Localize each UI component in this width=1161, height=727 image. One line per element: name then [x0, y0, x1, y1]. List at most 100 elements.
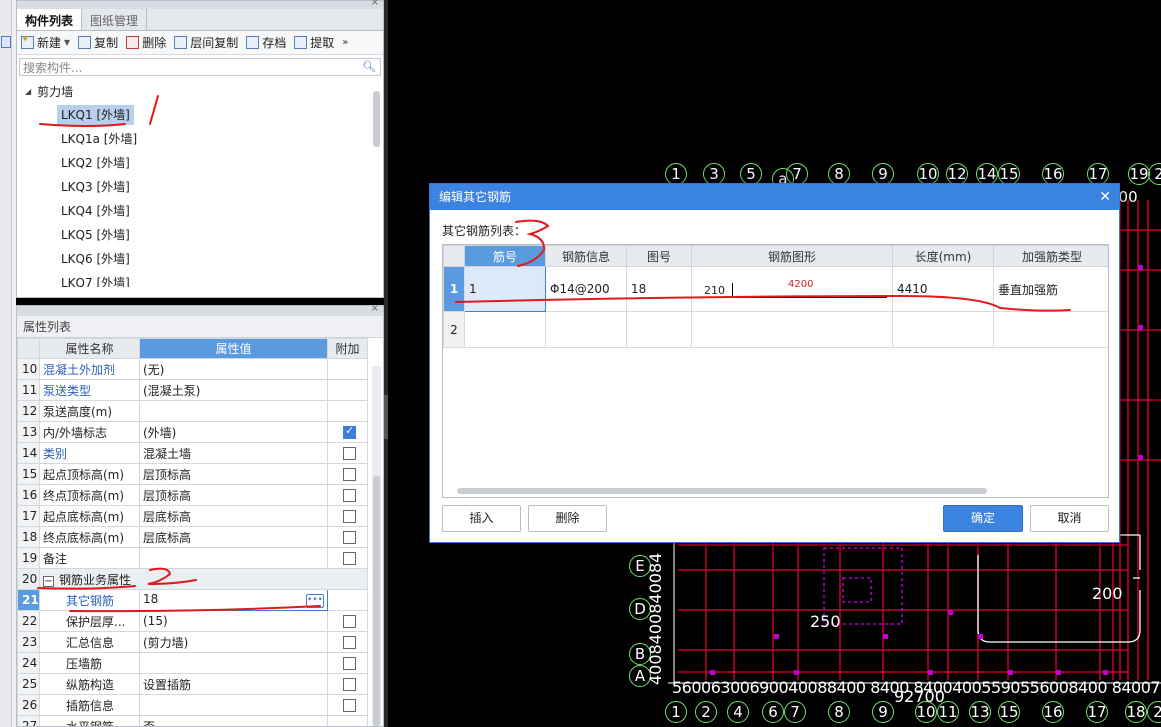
property-row: 17 起点底标高(m) 层底标高: [17, 505, 368, 527]
column-header: 属性名称: [39, 338, 140, 359]
tree-item[interactable]: LKQ3 [外墙]: [57, 177, 134, 197]
column-header: 附加: [327, 338, 368, 359]
length-cell[interactable]: [892, 311, 994, 348]
row-number-header: [443, 245, 465, 267]
cancel-button[interactable]: 取消: [1030, 505, 1109, 532]
tree-item[interactable]: LKQ1 [外墙]: [57, 105, 134, 125]
checkbox[interactable]: [343, 657, 356, 670]
tab-drawing-management[interactable]: 图纸管理: [82, 9, 148, 30]
rebar-info-cell[interactable]: [545, 311, 627, 348]
column-header: 筋号: [464, 245, 546, 267]
tab-component-list[interactable]: 构件列表: [17, 9, 83, 30]
insert-button[interactable]: 插入: [442, 505, 521, 532]
checkbox-checked[interactable]: [343, 424, 356, 439]
dialog-titlebar: 编辑其它钢筋 ✕: [430, 184, 1119, 210]
rebar-shape-cell[interactable]: [691, 311, 893, 348]
rebar-shape-cell[interactable]: 210 4200: [691, 266, 893, 312]
tree-item[interactable]: LKQ7 [外墙]: [57, 273, 134, 287]
axis-bubble: 18: [1125, 701, 1147, 723]
column-header: 钢筋图形: [691, 245, 893, 267]
figure-number-cell[interactable]: [626, 311, 692, 348]
search-icon[interactable]: 🔍︎: [362, 60, 376, 73]
rebar-info-cell[interactable]: Φ14@200: [545, 266, 627, 312]
axis-bubble: 16: [1042, 163, 1064, 185]
left-dim-text: 4008400840084: [646, 552, 665, 685]
left-toolbar-strip: [0, 0, 12, 727]
ok-button[interactable]: 确定: [943, 505, 1023, 532]
tree-item[interactable]: LKQ5 [外墙]: [57, 225, 134, 245]
tree-item[interactable]: LKQ6 [外墙]: [57, 249, 134, 269]
extract-icon: [294, 36, 308, 49]
extract-button[interactable]: 提取: [294, 34, 334, 51]
tree-item[interactable]: LKQ2 [外墙]: [57, 153, 134, 173]
copy-button[interactable]: 复制: [78, 34, 118, 51]
axis-bubble: 8: [828, 701, 850, 723]
property-panel-title: 属性列表: [17, 316, 383, 338]
collapse-triangle-icon[interactable]: ◢: [25, 87, 31, 96]
checkbox[interactable]: [343, 489, 356, 502]
column-header: 钢筋信息: [545, 245, 627, 267]
horizontal-scrollbar[interactable]: [457, 488, 987, 494]
bar-number-cell[interactable]: [464, 311, 546, 348]
checkbox[interactable]: [343, 636, 356, 649]
figure-number-cell[interactable]: 18: [626, 266, 692, 312]
checkbox[interactable]: [343, 699, 356, 712]
dim-label-200: 200: [1092, 584, 1123, 603]
property-row: 19 备注: [17, 547, 368, 569]
axis-bubble: 7: [786, 163, 808, 185]
property-row: 13 内/外墙标志 (外墙): [17, 421, 368, 443]
rebar-list-label: 其它钢筋列表：: [442, 224, 527, 238]
search-input[interactable]: 搜索构件... 🔍︎: [19, 58, 381, 76]
column-header: 图号: [626, 245, 692, 267]
length-cell[interactable]: 4410: [892, 266, 994, 312]
scrollbar-thumb[interactable]: [373, 476, 380, 726]
ellipsis-button[interactable]: •••: [306, 594, 324, 608]
more-icon[interactable]: »: [342, 37, 348, 48]
axis-bubble: 9: [872, 163, 894, 185]
tree-item[interactable]: LKQ4 [外墙]: [57, 201, 134, 221]
checkbox[interactable]: [343, 468, 356, 481]
close-icon[interactable]: ×: [371, 0, 379, 8]
checkbox[interactable]: [343, 615, 356, 628]
copy-icon: [78, 36, 92, 49]
checkbox[interactable]: [343, 510, 356, 523]
axis-bubble: 3: [703, 163, 725, 185]
checkbox[interactable]: [343, 552, 356, 565]
rebar-grid: 筋号 钢筋信息 图号 钢筋图形 长度(mm) 加强筋类型 1 1 Φ14@200…: [442, 244, 1109, 498]
delete-button[interactable]: 删除: [528, 505, 607, 532]
rebar-row: 2: [443, 311, 1108, 348]
checkbox[interactable]: [343, 678, 356, 691]
archive-button[interactable]: 存档: [246, 34, 286, 51]
panel-icon[interactable]: [1, 36, 11, 48]
bar-number-cell[interactable]: 1: [464, 266, 546, 312]
property-group-row: 20− 钢筋业务属性: [17, 568, 368, 590]
floor-copy-icon: [174, 36, 188, 49]
edit-other-rebar-dialog: 编辑其它钢筋 ✕ 其它钢筋列表： 筋号 钢筋信息 图号 钢筋图形 长度(mm) …: [429, 183, 1120, 543]
tree-root-shear-wall[interactable]: ◢ 剪力墙: [25, 83, 73, 100]
new-button[interactable]: 新建▼: [21, 34, 70, 51]
floor-copy-button[interactable]: 层间复制: [174, 34, 238, 51]
axis-bubble: 13: [969, 701, 991, 723]
component-panel-titlebar: ×: [17, 0, 383, 9]
property-scrollbar[interactable]: [372, 366, 381, 726]
close-icon[interactable]: ×: [371, 306, 379, 314]
checkbox[interactable]: [343, 531, 356, 544]
axis-bubble: 2: [695, 701, 717, 723]
axis-bubble: 1: [665, 701, 687, 723]
reinforcement-type-cell[interactable]: 垂直加强筋: [993, 266, 1108, 312]
axis-bubble: 19: [1128, 163, 1150, 185]
reinforcement-type-cell[interactable]: [993, 311, 1108, 348]
checkbox[interactable]: [343, 447, 356, 460]
collapse-minus-icon[interactable]: −: [43, 575, 54, 587]
delete-button[interactable]: 删除: [126, 34, 166, 51]
dropdown-icon: ▼: [64, 38, 71, 47]
tree-scrollbar[interactable]: [373, 91, 380, 147]
property-row-selected: 21 其它钢筋 18 •••: [17, 589, 368, 611]
property-row: 23 汇总信息 (剪力墙): [17, 631, 368, 653]
close-icon[interactable]: ✕: [1099, 184, 1111, 210]
axis-bubble: 10: [915, 701, 937, 723]
shape-main-line: [732, 297, 887, 298]
tree-item[interactable]: LKQ1a [外墙]: [57, 129, 141, 149]
shape-main-length: 4200: [788, 279, 814, 290]
dialog-title: 编辑其它钢筋: [439, 190, 512, 204]
